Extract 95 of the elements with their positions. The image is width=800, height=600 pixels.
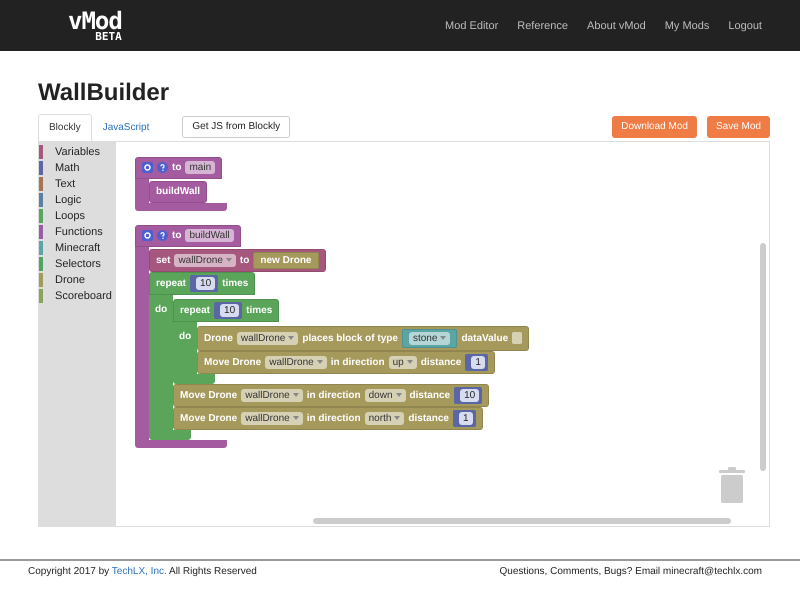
repeat-block-header[interactable]: repeat 10 times [173,298,280,322]
toolbox-category[interactable]: Logic [55,194,82,206]
block-label: Move Drone [204,356,262,368]
number-block[interactable]: 10 [454,386,482,404]
statement-block[interactable]: buildWall [149,180,208,203]
block-dropdown[interactable]: wallDrone [241,388,303,402]
block-label: to [172,162,182,174]
nav-link[interactable]: My Mods [664,20,710,32]
repeat-block-header[interactable]: repeat 10 times [149,272,256,295]
caret-icon [396,393,402,398]
block-label: dataValue [461,332,508,344]
block-label: new Drone [260,254,312,266]
block-label: times [222,278,248,289]
logo[interactable]: vMod [68,9,122,33]
do-label: do [179,330,192,342]
help-icon[interactable] [157,230,168,242]
block-label: Move Drone [180,412,238,424]
horizontal-scrollbar[interactable] [313,518,731,524]
block-label: distance [408,412,449,424]
caret-icon [226,258,232,262]
toolbox-category[interactable]: Minecraft [55,242,100,254]
gear-icon[interactable] [142,230,153,242]
block-dropdown[interactable]: wallDrone [265,356,327,369]
value-block[interactable]: stone [402,328,458,348]
statement-block[interactable]: Move Drone wallDrone in direction up distance 1 [197,350,495,374]
toolbox-category[interactable]: Drone [55,274,85,286]
company-link[interactable]: TechLX, Inc. [112,566,167,577]
toolbox-category[interactable]: Math [55,162,80,174]
nav-link[interactable]: Logout [728,20,762,32]
block-label: in direction [306,412,361,424]
editor-tab[interactable]: Blockly [38,114,92,141]
contact-text: Questions, Comments, Bugs? Email minecraft@techlx.com [500,566,762,579]
nav-link[interactable]: Reference [517,20,568,32]
function-block-header[interactable]: to main [135,156,222,179]
help-icon[interactable] [157,162,168,174]
block-label: Move Drone [180,390,238,401]
block-dropdown[interactable]: down [364,388,406,402]
block-label: repeat [180,304,210,316]
number-field[interactable]: 1 [471,356,485,369]
toolbox-category[interactable]: Text [55,178,76,190]
block-dropdown[interactable]: stone [408,332,450,345]
toolbox-category[interactable]: Selectors [55,258,101,270]
block-label: in direction [306,390,361,401]
number-field[interactable]: 1 [458,412,473,425]
toolbox-category[interactable]: Functions [55,226,103,238]
block-label: set [156,254,170,266]
function-block-header[interactable]: to buildWall [135,224,241,247]
caret-icon [292,393,299,398]
block-label: repeat [156,278,186,289]
statement-block[interactable]: Drone wallDrone places block of type stone dataValue [197,326,530,351]
nav-link[interactable]: Mod Editor [445,20,498,32]
do-label: do [155,304,168,315]
block-dropdown[interactable]: up [388,356,417,369]
block-dropdown[interactable]: wallDrone [241,412,303,425]
block-dropdown[interactable]: north [364,412,404,425]
caret-icon [288,336,294,340]
number-block[interactable]: 10 [214,302,242,319]
toolbox-category[interactable]: Variables [55,146,100,158]
name-field[interactable]: buildWall [185,229,234,242]
statement-block[interactable]: Move Drone wallDrone in direction north distance 1 [173,406,483,430]
statement-block[interactable]: Move Drone wallDrone in direction down distance 10 [173,384,490,407]
toolbox-category[interactable]: Scoreboard [55,290,112,302]
toolbox-category[interactable]: Loops [55,210,85,222]
copyright-text: Copyright 2017 by TechLX, Inc. All Rights Reserved [28,566,257,579]
block-label: buildWall [156,186,200,198]
caret-icon [394,416,400,420]
caret-icon [292,416,299,420]
block-label: places block of type [302,332,398,344]
block-dropdown[interactable]: wallDrone [174,254,236,267]
number-field[interactable]: 10 [220,304,240,317]
block-label: to [240,254,250,266]
block-label: Drone [204,332,233,344]
caret-icon [406,360,413,364]
nav-link[interactable]: About vMod [587,20,646,32]
statement-block[interactable]: set wallDrone to new Drone [149,248,326,272]
block-dropdown[interactable]: wallDrone [236,332,298,345]
number-field[interactable]: 10 [460,388,480,402]
caret-icon [440,336,446,340]
number-block[interactable]: 1 [452,410,476,427]
name-field[interactable]: main [185,161,216,174]
block-label: times [246,304,272,316]
page-title: WallBuilder [38,79,170,108]
number-field[interactable]: 10 [196,276,216,290]
caret-icon [316,360,323,364]
get-js-button[interactable]: Get JS from Blockly [182,116,290,138]
block-label: to [172,230,182,242]
function-block-arm [135,178,149,203]
block-label: distance [410,390,450,401]
block-label: distance [420,356,462,368]
number-block[interactable]: 1 [465,354,488,371]
block-label: in direction [330,356,385,368]
gear-icon[interactable] [142,162,153,174]
vertical-scrollbar[interactable] [760,242,766,471]
logo-subtitle: BETA [95,31,122,42]
number-block[interactable]: 10 [190,274,218,292]
